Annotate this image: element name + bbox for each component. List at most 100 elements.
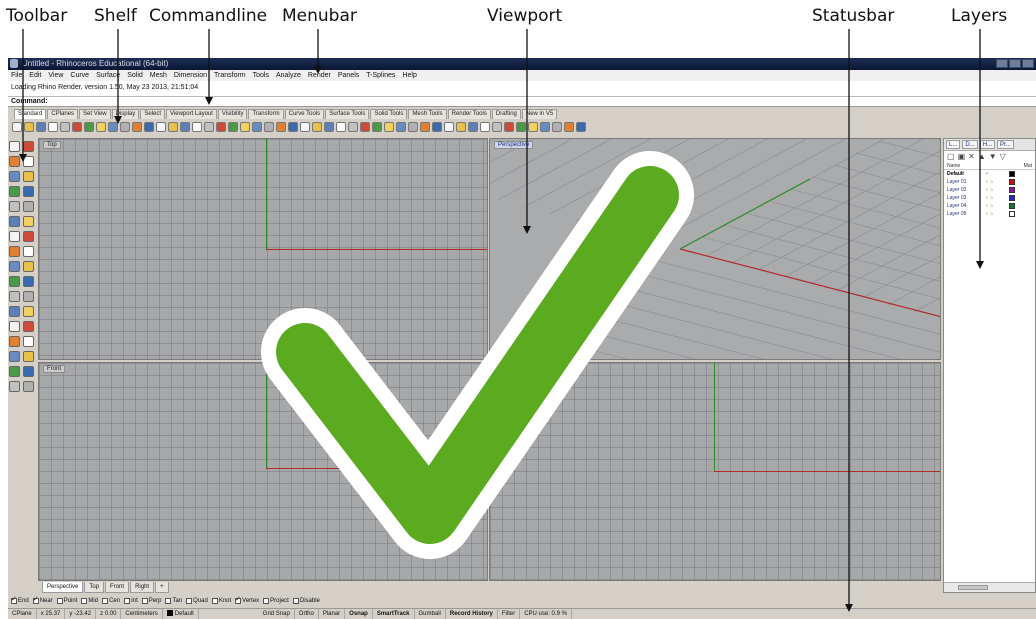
menu-dimension[interactable]: Dimension bbox=[174, 70, 207, 81]
menu-mesh[interactable]: Mesh bbox=[150, 70, 167, 81]
menu-file[interactable]: File bbox=[11, 70, 22, 81]
layer-row[interactable]: Layer 01 ♀ ⌂ bbox=[944, 178, 1035, 186]
viewport-tab-top[interactable]: Top bbox=[84, 582, 105, 593]
toolbar-tool-icon[interactable] bbox=[144, 122, 154, 132]
tool-icon[interactable] bbox=[23, 261, 34, 272]
tab-viewport-layout[interactable]: Viewport Layout bbox=[166, 109, 217, 119]
tool-icon[interactable] bbox=[9, 336, 20, 347]
osnap-checkbox[interactable] bbox=[102, 598, 109, 604]
menu-help[interactable]: Help bbox=[402, 70, 416, 81]
toolbar-tool-icon[interactable] bbox=[384, 122, 394, 132]
tool-icon[interactable] bbox=[23, 201, 34, 212]
toolbar-tool-icon[interactable] bbox=[504, 122, 514, 132]
tab-drafting[interactable]: Drafting bbox=[491, 109, 521, 119]
tool-icon[interactable] bbox=[23, 186, 34, 197]
tool-icon[interactable] bbox=[23, 216, 34, 227]
osnap-tan[interactable]: Tan bbox=[165, 598, 182, 604]
tab-visibility[interactable]: Visibility bbox=[217, 109, 248, 119]
toolbar-tool-icon[interactable] bbox=[84, 122, 94, 132]
record-history-toggle[interactable]: Record History bbox=[446, 609, 498, 619]
tool-icon[interactable] bbox=[9, 261, 20, 272]
osnap-end[interactable]: End bbox=[11, 595, 29, 604]
toolbar-tool-icon[interactable] bbox=[72, 122, 82, 132]
status-cplane[interactable]: CPlane bbox=[8, 609, 37, 619]
toolbar-tool-icon[interactable] bbox=[408, 122, 418, 132]
toolbar-tool-icon[interactable] bbox=[132, 122, 142, 132]
tool-icon[interactable] bbox=[9, 321, 20, 332]
tab-select[interactable]: Select bbox=[140, 109, 165, 119]
move-up-icon[interactable]: ▲ bbox=[978, 152, 986, 161]
tool-icon[interactable] bbox=[9, 276, 20, 287]
toolbar-tool-icon[interactable] bbox=[204, 122, 214, 132]
toolbar-tool-icon[interactable] bbox=[288, 122, 298, 132]
tool-icon[interactable] bbox=[23, 351, 34, 362]
tab-mesh-tools[interactable]: Mesh Tools bbox=[408, 109, 447, 119]
osnap-checkbox[interactable] bbox=[235, 595, 242, 604]
toolbar-tool-icon[interactable] bbox=[60, 122, 70, 132]
osnap-disable[interactable]: Disable bbox=[292, 598, 320, 604]
menu-solid[interactable]: Solid bbox=[127, 70, 143, 81]
layer-color-swatch[interactable] bbox=[1009, 211, 1015, 217]
tool-icon[interactable] bbox=[9, 201, 20, 212]
tool-icon[interactable] bbox=[9, 186, 20, 197]
viewport-tab-right[interactable]: Right bbox=[130, 582, 155, 593]
osnap-checkbox[interactable] bbox=[211, 598, 218, 604]
smarttrack-toggle[interactable]: SmartTrack bbox=[373, 609, 415, 619]
toolbar-tool-icon[interactable] bbox=[96, 122, 106, 132]
viewport-top[interactable]: Top bbox=[38, 138, 488, 360]
command-line[interactable]: Command: bbox=[8, 97, 1036, 107]
tool-icon[interactable] bbox=[23, 291, 34, 302]
menu-view[interactable]: View bbox=[48, 70, 63, 81]
delete-layer-icon[interactable]: ✕ bbox=[968, 152, 975, 161]
layer-row[interactable]: Layer 03 ♀ ⌂ bbox=[944, 194, 1035, 202]
toolbar-tool-icon[interactable] bbox=[168, 122, 178, 132]
tool-icon[interactable] bbox=[23, 306, 34, 317]
toolbar-tool-icon[interactable] bbox=[348, 122, 358, 132]
toolbar-tool-icon[interactable] bbox=[336, 122, 346, 132]
viewport-tab-front[interactable]: Front bbox=[105, 582, 130, 593]
menu-panels[interactable]: Panels bbox=[338, 70, 359, 81]
osnap-checkbox[interactable] bbox=[165, 598, 172, 604]
layer-color-swatch[interactable] bbox=[1009, 179, 1015, 185]
horizontal-scrollbar[interactable] bbox=[944, 582, 1035, 592]
osnap-int[interactable]: Int bbox=[124, 598, 138, 604]
toolbar-tool-icon[interactable] bbox=[300, 122, 310, 132]
layer-color-swatch[interactable] bbox=[1009, 203, 1015, 209]
tool-icon[interactable] bbox=[9, 216, 20, 227]
toolbar-tool-icon[interactable] bbox=[444, 122, 454, 132]
visibility-lock-icon[interactable]: ♀ ⌂ bbox=[985, 179, 1005, 185]
toolbar-tool-icon[interactable] bbox=[312, 122, 322, 132]
viewport-front[interactable]: Front bbox=[38, 362, 488, 581]
toolbar-tool-icon[interactable] bbox=[36, 122, 46, 132]
osnap-cen[interactable]: Cen bbox=[102, 598, 120, 604]
tab-solid-tools[interactable]: Solid Tools bbox=[370, 109, 408, 119]
menu-t-splines[interactable]: T-Splines bbox=[366, 70, 395, 81]
osnap-checkbox[interactable] bbox=[263, 598, 270, 604]
tool-icon[interactable] bbox=[23, 321, 34, 332]
tab-render-tools[interactable]: Render Tools bbox=[447, 109, 491, 119]
visibility-lock-icon[interactable]: ♀ ⌂ bbox=[985, 203, 1005, 209]
toolbar-tool-icon[interactable] bbox=[540, 122, 550, 132]
osnap-checkbox[interactable] bbox=[292, 598, 299, 604]
minimize-icon[interactable] bbox=[996, 59, 1008, 68]
toolbar-tool-icon[interactable] bbox=[480, 122, 490, 132]
osnap-point[interactable]: Point bbox=[56, 598, 77, 604]
osnap-vertex[interactable]: Vertex bbox=[235, 595, 259, 604]
toolbar-tool-icon[interactable] bbox=[396, 122, 406, 132]
viewport-right[interactable] bbox=[489, 362, 941, 581]
osnap-quad[interactable]: Quad bbox=[186, 598, 208, 604]
toolbar-tool-icon[interactable] bbox=[324, 122, 334, 132]
tool-icon[interactable] bbox=[9, 366, 20, 377]
tool-icon[interactable] bbox=[23, 366, 34, 377]
toolbar-tool-icon[interactable] bbox=[360, 122, 370, 132]
tab-surface-tools[interactable]: Surface Tools bbox=[325, 109, 370, 119]
tool-icon[interactable] bbox=[23, 141, 34, 152]
toolbar-tool-icon[interactable] bbox=[240, 122, 250, 132]
menu-transform[interactable]: Transform bbox=[214, 70, 246, 81]
scrollbar-thumb[interactable] bbox=[958, 585, 988, 590]
toolbar-tool-icon[interactable] bbox=[528, 122, 538, 132]
layer-color-swatch[interactable] bbox=[1009, 195, 1015, 201]
toolbar-tool-icon[interactable] bbox=[48, 122, 58, 132]
menu-tools[interactable]: Tools bbox=[253, 70, 269, 81]
toolbar-tool-icon[interactable] bbox=[180, 122, 190, 132]
